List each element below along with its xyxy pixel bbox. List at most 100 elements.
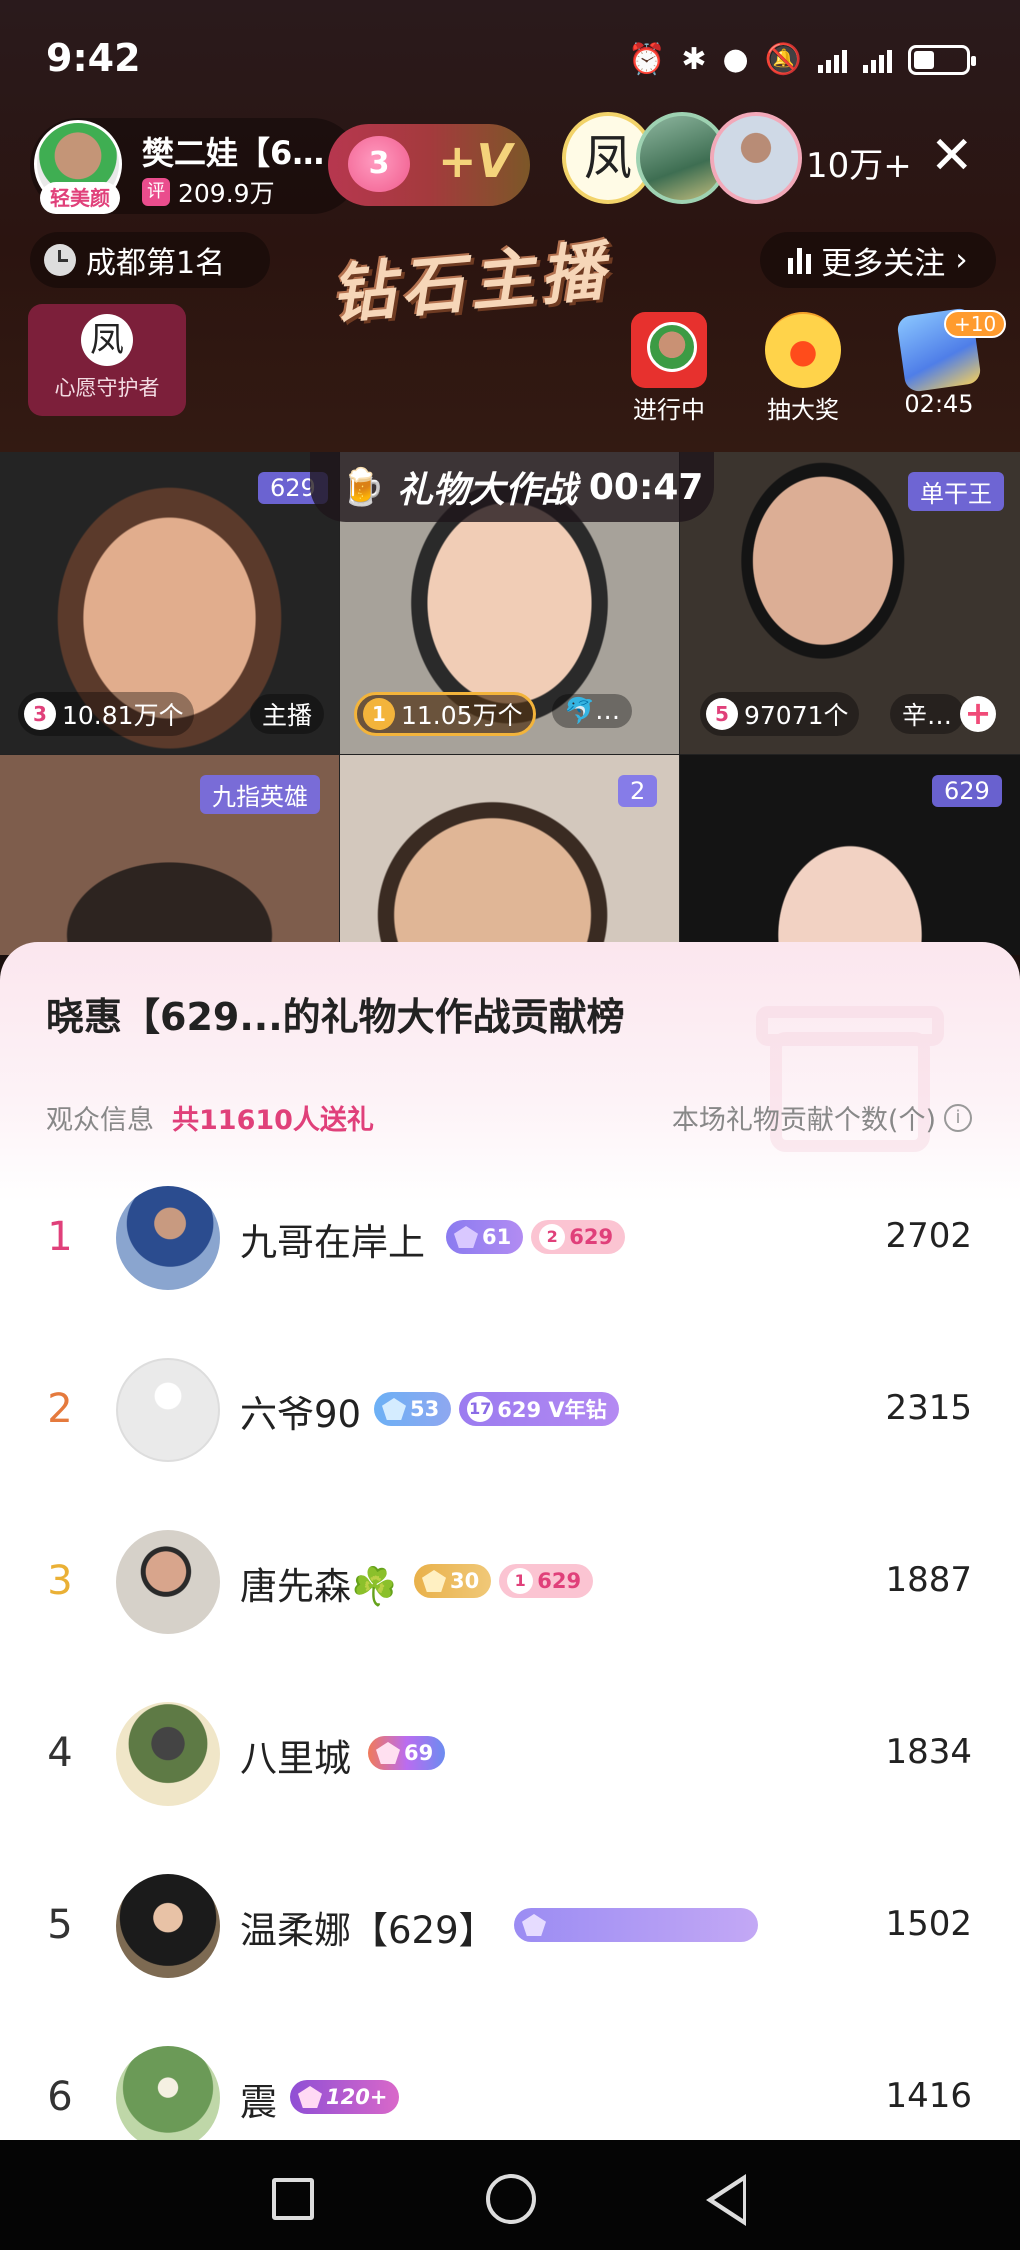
multi-guest-video-grid: 629 3 10.81万个 主播 1 11.05万个 🐬… 单干王 5 9707… <box>0 452 1020 955</box>
status-bar: 9:42 ⏰ ✱ ● 🔕 <box>0 0 1020 110</box>
user-badges: 30 1 629 <box>414 1564 594 1598</box>
system-nav-bar <box>0 2140 1020 2250</box>
back-icon[interactable] <box>706 2174 746 2226</box>
ranking-row[interactable]: 3 唐先森☘️ 30 1 629 1887 <box>0 1496 1020 1668</box>
diamond-anchor-banner: 钻石主播 <box>327 234 614 334</box>
beer-icon: 🍺 <box>340 467 385 508</box>
battery-icon <box>908 44 976 75</box>
add-icon[interactable]: + <box>960 696 996 732</box>
avatar[interactable] <box>116 1358 220 1462</box>
close-button[interactable]: ✕ <box>930 130 974 182</box>
fan-badge-name: 629 <box>537 1569 582 1593</box>
user-badges: 120+ <box>290 2080 400 2114</box>
user-name: 温柔娜【629】 <box>240 1909 496 1952</box>
tile-mute-role: 🐬… <box>552 694 633 728</box>
activity-label: 抽大奖 <box>767 396 839 424</box>
fan-level-heart-icon: 3 <box>348 136 410 192</box>
recent-apps-icon[interactable] <box>272 2178 314 2220</box>
activity-timer[interactable]: +10 02:45 <box>880 306 1007 418</box>
tile-tag: 629 <box>932 775 1002 807</box>
status-time: 9:42 <box>46 36 141 80</box>
user-name: 九哥在岸上 <box>240 1221 425 1264</box>
ranking-row[interactable]: 4 八里城 69 1834 <box>0 1668 1020 1840</box>
gift-war-timer: 00:47 <box>588 466 704 508</box>
more-follow-button[interactable]: 更多关注 › <box>760 232 996 288</box>
contribution-label: 本场礼物贡献个数(个) <box>671 1105 936 1136</box>
ranking-row[interactable]: 5 温柔娜【629】 1502 <box>0 1840 1020 2012</box>
contribution-header: 本场礼物贡献个数(个) i <box>672 1098 972 1137</box>
avatar[interactable] <box>116 2046 220 2142</box>
fans-count: 209.9万 <box>178 179 275 208</box>
gift-war-title: 礼物大作战 <box>396 470 577 511</box>
user-badges <box>514 1908 758 1942</box>
mute-icon: 🔕 <box>764 42 802 77</box>
audience-label: 观众信息 <box>46 1105 154 1136</box>
fan-badge: 17 629 V年钻 <box>459 1392 619 1426</box>
signal-icon-2 <box>863 47 892 73</box>
video-tile-1[interactable]: 629 3 10.81万个 主播 <box>0 452 339 754</box>
ranking-row[interactable]: 1 九哥在岸上 61 2 629 2702 <box>0 1152 1020 1324</box>
host-info[interactable]: 轻美颜 樊二娃【6… 评 209.9万 <box>30 118 360 214</box>
level-badge: 30 <box>414 1564 492 1598</box>
bluetooth-icon: ✱ <box>681 42 707 77</box>
tile-count-value: 10.81万个 <box>62 701 184 730</box>
user-name: 八里城 <box>240 1737 351 1780</box>
tile-count-value: 97071个 <box>744 701 849 730</box>
activity-in-progress[interactable]: 进行中 <box>610 306 728 424</box>
rank-number: 3 <box>47 1558 73 1604</box>
host-fans: 评 209.9万 <box>142 174 275 210</box>
fan-badge-level: 17 <box>467 1396 494 1422</box>
level-badge: 53 <box>374 1392 452 1426</box>
city-rank-pill[interactable]: 成都第1名 <box>30 232 270 288</box>
level-value: 53 <box>410 1397 440 1421</box>
level-badge: 61 <box>446 1220 524 1254</box>
activity-label: 进行中 <box>633 396 705 424</box>
location-icon: ● <box>722 42 749 77</box>
contribution-score: 1502 <box>885 1904 972 1944</box>
user-name: 震 <box>240 2081 277 2124</box>
tile-role: 辛… <box>890 694 965 734</box>
level-value: 69 <box>404 1741 434 1765</box>
level-badge: 69 <box>368 1736 446 1770</box>
wish-guardian-label: 心愿守护者 <box>54 376 160 400</box>
signal-icon <box>818 47 847 73</box>
tile-rank: 1 <box>363 698 395 730</box>
fan-badge: 2 629 <box>531 1220 626 1254</box>
avatar[interactable] <box>116 1874 220 1978</box>
home-icon[interactable] <box>486 2174 536 2224</box>
clock-icon <box>44 244 76 276</box>
level-value: 30 <box>450 1569 480 1593</box>
viewer-count[interactable]: 10万+ <box>806 138 912 187</box>
beauty-badge: 轻美颜 <box>40 182 120 214</box>
activity-lottery[interactable]: 抽大奖 <box>744 306 862 424</box>
video-tile-5[interactable]: 2 <box>340 755 679 955</box>
level-value: 61 <box>482 1225 512 1249</box>
alarm-icon: ⏰ <box>627 42 666 77</box>
tile-rank: 5 <box>706 698 738 730</box>
tile-tag: 单干王 <box>908 472 1004 511</box>
video-tile-4[interactable]: 九指英雄 <box>0 755 339 955</box>
lottery-icon <box>765 312 841 388</box>
viewer-avatar-3[interactable] <box>710 112 802 204</box>
user-badges: 69 <box>368 1736 446 1770</box>
tile-count-value: 11.05万个 <box>401 701 523 730</box>
tile-count: 1 11.05万个 <box>354 692 536 736</box>
info-icon[interactable]: i <box>944 1103 972 1132</box>
more-follow-label: 更多关注 <box>821 245 946 282</box>
avatar[interactable] <box>116 1702 220 1806</box>
user-name: 六爷90 <box>240 1393 362 1436</box>
chevron-right-icon: › <box>955 242 968 278</box>
ranking-row[interactable]: 2 六爷90 53 17 629 V年钻 2315 <box>0 1324 1020 1496</box>
video-tile-6[interactable]: 629 <box>680 755 1020 955</box>
video-tile-3[interactable]: 单干王 5 97071个 辛… + <box>680 452 1020 754</box>
wish-guardian-button[interactable]: 凤 心愿守护者 <box>28 304 186 416</box>
rank-number: 4 <box>47 1730 73 1776</box>
fan-club-button[interactable]: 3 +V <box>328 124 530 206</box>
gift-war-banner[interactable]: 🍺 礼物大作战 00:47 <box>310 452 714 522</box>
contribution-score: 1416 <box>885 2076 972 2116</box>
level-badge: 120+ <box>290 2080 400 2114</box>
avatar[interactable] <box>116 1530 220 1634</box>
avatar[interactable] <box>116 1186 220 1290</box>
audience-summary: 观众信息 共11610人送礼 <box>46 1098 374 1137</box>
ranking-row[interactable]: 6 震 120+ 1416 <box>0 2012 1020 2142</box>
